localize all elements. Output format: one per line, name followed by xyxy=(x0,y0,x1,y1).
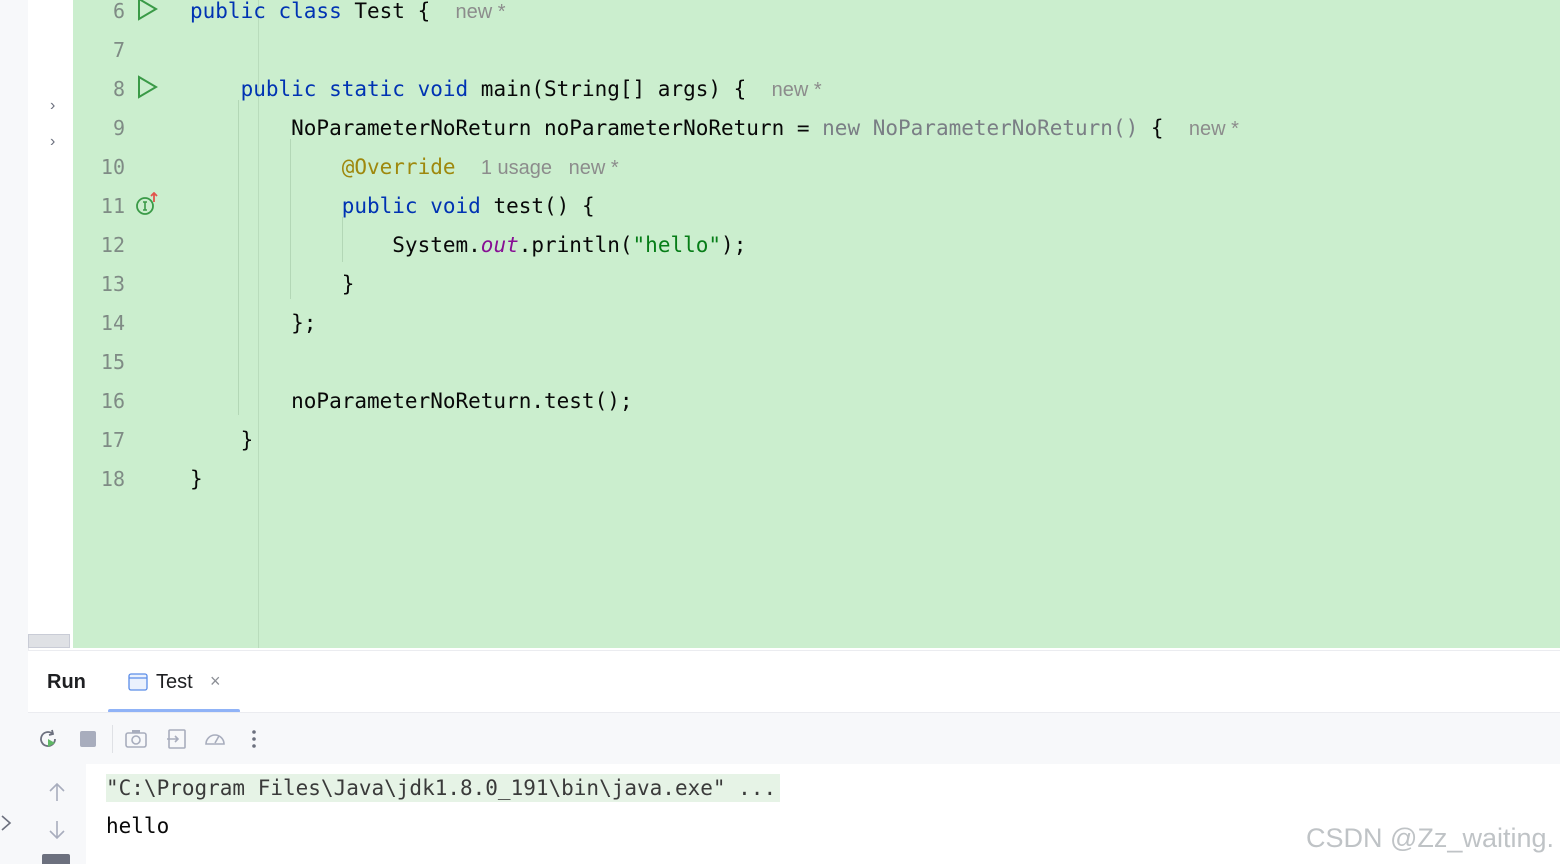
run-toolbar xyxy=(28,712,1560,766)
code-line[interactable]: 9 NoParameterNoReturn noParameterNoRetur… xyxy=(73,116,1560,155)
console-gutter xyxy=(28,764,87,864)
code-line[interactable]: 18} xyxy=(73,467,1560,506)
code-token: test() { xyxy=(493,194,595,218)
inlay-hint: 1 usage new * xyxy=(480,157,619,179)
fold-chevron-icon[interactable]: › xyxy=(50,98,55,114)
code-token: NoParameterNoReturn noParameterNoReturn … xyxy=(190,116,823,140)
code-token: @Override xyxy=(341,155,456,179)
scroll-down-icon[interactable] xyxy=(46,818,68,842)
code-text: public static void main(String[] args) {… xyxy=(190,77,822,102)
code-line[interactable]: 17 } xyxy=(73,428,1560,467)
rerun-icon[interactable] xyxy=(36,727,60,751)
line-number: 18 xyxy=(100,467,125,491)
code-token: main(String[] args) { xyxy=(480,77,747,101)
code-text: @Override 1 usage new * xyxy=(190,155,619,180)
expand-panel-icon[interactable] xyxy=(0,812,14,834)
inlay-hint: new * xyxy=(771,79,822,101)
inlay-hint: new * xyxy=(455,1,506,23)
code-token: { xyxy=(1138,116,1164,140)
more-icon[interactable] xyxy=(242,727,266,751)
code-token: noParameterNoReturn.test(); xyxy=(190,389,633,413)
line-number: 6 xyxy=(112,0,125,23)
left-tool-strip xyxy=(0,0,29,864)
line-number: 13 xyxy=(100,272,125,296)
code-token: public class xyxy=(190,0,355,23)
tab-label: Test xyxy=(156,671,193,693)
code-text: System.out.println("hello"); xyxy=(190,233,746,257)
code-token: public static void xyxy=(190,77,481,101)
stop-icon[interactable] xyxy=(76,727,100,751)
line-number: 11 xyxy=(100,194,125,218)
line-number: 9 xyxy=(112,116,125,140)
code-line[interactable]: 12 System.out.println("hello"); xyxy=(73,233,1560,272)
line-number: 14 xyxy=(100,311,125,335)
code-line[interactable]: 6 public class Test { new * xyxy=(73,0,1560,38)
line-number: 15 xyxy=(100,350,125,374)
code-line[interactable]: 8 public static void main(String[] args)… xyxy=(73,75,1560,116)
code-token: out xyxy=(480,233,519,257)
line-number: 12 xyxy=(100,233,125,257)
code-token: Test { xyxy=(354,0,431,23)
code-line[interactable]: 14 }; xyxy=(73,311,1560,350)
code-text: public void test() { xyxy=(190,194,595,218)
console-output-line: hello xyxy=(106,814,170,838)
watermark: CSDN @Zz_waiting. xyxy=(1306,823,1554,853)
run-gutter-icon[interactable] xyxy=(135,0,159,21)
code-token: .println( xyxy=(518,233,633,257)
profiler-icon[interactable] xyxy=(203,727,227,751)
run-gutter-icon[interactable] xyxy=(135,75,159,99)
window-icon xyxy=(128,673,148,691)
code-token: public void xyxy=(190,194,494,218)
code-text: } xyxy=(190,467,203,491)
exit-icon[interactable] xyxy=(165,727,189,751)
code-text: }; xyxy=(190,311,316,335)
console-command-line: "C:\Program Files\Java\jdk1.8.0_191\bin\… xyxy=(106,774,781,802)
screenshot-icon[interactable] xyxy=(124,727,148,751)
fold-chevron-icon[interactable]: › xyxy=(50,134,55,150)
code-line[interactable]: 15 xyxy=(73,350,1560,389)
line-number: 10 xyxy=(100,155,125,179)
soft-wrap-icon[interactable] xyxy=(42,854,70,864)
line-number: 17 xyxy=(100,428,125,452)
scroll-up-icon[interactable] xyxy=(46,780,68,804)
tab-test[interactable]: Test × xyxy=(108,663,240,713)
code-token: new NoParameterNoReturn() xyxy=(822,116,1139,140)
code-token: } xyxy=(190,467,203,491)
implements-method-icon[interactable] xyxy=(135,192,159,216)
code-token: System. xyxy=(190,233,481,257)
code-token: "hello" xyxy=(632,233,722,257)
horizontal-scrollbar[interactable] xyxy=(28,634,70,648)
close-icon[interactable]: × xyxy=(210,671,221,692)
line-number: 7 xyxy=(112,38,125,62)
line-number: 16 xyxy=(100,389,125,413)
code-text: NoParameterNoReturn noParameterNoReturn … xyxy=(190,116,1239,141)
code-line[interactable]: 16 noParameterNoReturn.test(); xyxy=(73,389,1560,428)
inlay-hint: new * xyxy=(1188,118,1239,140)
run-panel-header: Run Test × xyxy=(28,650,1560,713)
code-line[interactable]: 11 public void test() { xyxy=(73,192,1560,233)
code-text: } xyxy=(190,272,355,296)
code-token: ); xyxy=(721,233,747,257)
code-token: } xyxy=(190,272,355,296)
code-line[interactable]: 10 @Override 1 usage new * xyxy=(73,155,1560,194)
run-panel-title: Run xyxy=(47,671,86,693)
code-line[interactable]: 13 } xyxy=(73,272,1560,311)
line-number: 8 xyxy=(112,77,125,101)
code-token: }; xyxy=(190,311,317,335)
code-editor[interactable]: 6 public class Test { new * 7 8 public stat… xyxy=(73,0,1560,648)
code-text: public class Test { new * xyxy=(190,0,506,24)
code-text: noParameterNoReturn.test(); xyxy=(190,389,633,413)
code-text: } xyxy=(190,428,254,452)
toolbar-divider xyxy=(112,725,113,753)
code-line[interactable]: 7 xyxy=(73,38,1560,77)
code-token: } xyxy=(190,428,254,452)
